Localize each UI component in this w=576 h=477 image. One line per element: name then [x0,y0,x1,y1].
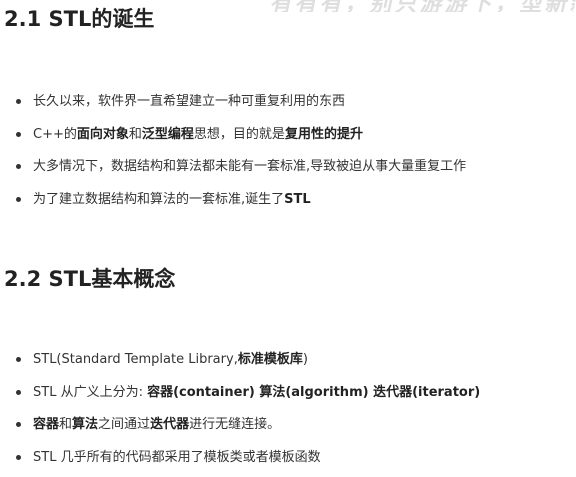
list-item: STL(Standard Template Library,标准模板库) [0,347,576,380]
list-item: STL 从广义上分为: 容器(container) 算法(algorithm) … [0,380,576,413]
list-item: 大多情况下，数据结构和算法都未能有一套标准,导致被迫从事大量重复工作 [0,154,576,187]
item-bold-text: STL [284,192,311,207]
item-bold-text: 复用性的提升 [285,127,363,142]
item-bold-text: 面向对象 [77,127,129,142]
item-text: 之间通过 [98,417,150,432]
list-item: 为了建立数据结构和算法的一套标准,诞生了STL [0,187,576,220]
watermark: 有有有，别只游游下，型新新 [269,0,576,12]
item-text: 长久以来，软件界一直希望建立一种可重复利用的东西 [33,94,345,109]
item-text: 大多情况下，数据结构和算法都未能有一套标准,导致被迫从事大量重复工作 [33,159,466,174]
section-heading-stl-concepts: 2.2 STL基本概念 [4,265,175,293]
item-bold-text: 容器 [33,417,59,432]
document-page: 有有有，别只游游下，型新新 2.1 STL的诞生 长久以来，软件界一直希望建立一… [0,0,576,475]
list-item: STL 几乎所有的代码都采用了模板类或者模板函数 [0,445,576,477]
item-bold-text: 标准模板库 [238,352,303,367]
item-text: ) [303,352,308,367]
item-text: 思想，目的就是 [194,127,285,142]
item-text: STL 几乎所有的代码都采用了模板类或者模板函数 [33,450,321,465]
stl-concepts-list: STL(Standard Template Library,标准模板库) STL… [0,347,576,477]
item-text: 和 [129,127,142,142]
section-heading-stl-origin: 2.1 STL的诞生 [4,5,154,33]
list-item: 容器和算法之间通过迭代器进行无缝连接。 [0,412,576,445]
list-item: 长久以来，软件界一直希望建立一种可重复利用的东西 [0,89,576,122]
item-text: 进行无缝连接。 [189,417,280,432]
item-bold-text: 算法 [72,417,98,432]
item-text: 和 [59,417,72,432]
item-text: 为了建立数据结构和算法的一套标准,诞生了 [33,192,284,207]
list-item: C++的面向对象和泛型编程思想，目的就是复用性的提升 [0,122,576,155]
item-text: STL 从广义上分为: [33,385,147,400]
item-bold-text: 泛型编程 [142,127,194,142]
stl-origin-list: 长久以来，软件界一直希望建立一种可重复利用的东西 C++的面向对象和泛型编程思想… [0,89,576,219]
item-text: STL(Standard Template Library, [33,352,238,367]
item-bold-text: 容器(container) 算法(algorithm) 迭代器(iterator… [147,385,480,400]
item-text: C++的 [33,127,77,142]
item-bold-text: 迭代器 [150,417,189,432]
